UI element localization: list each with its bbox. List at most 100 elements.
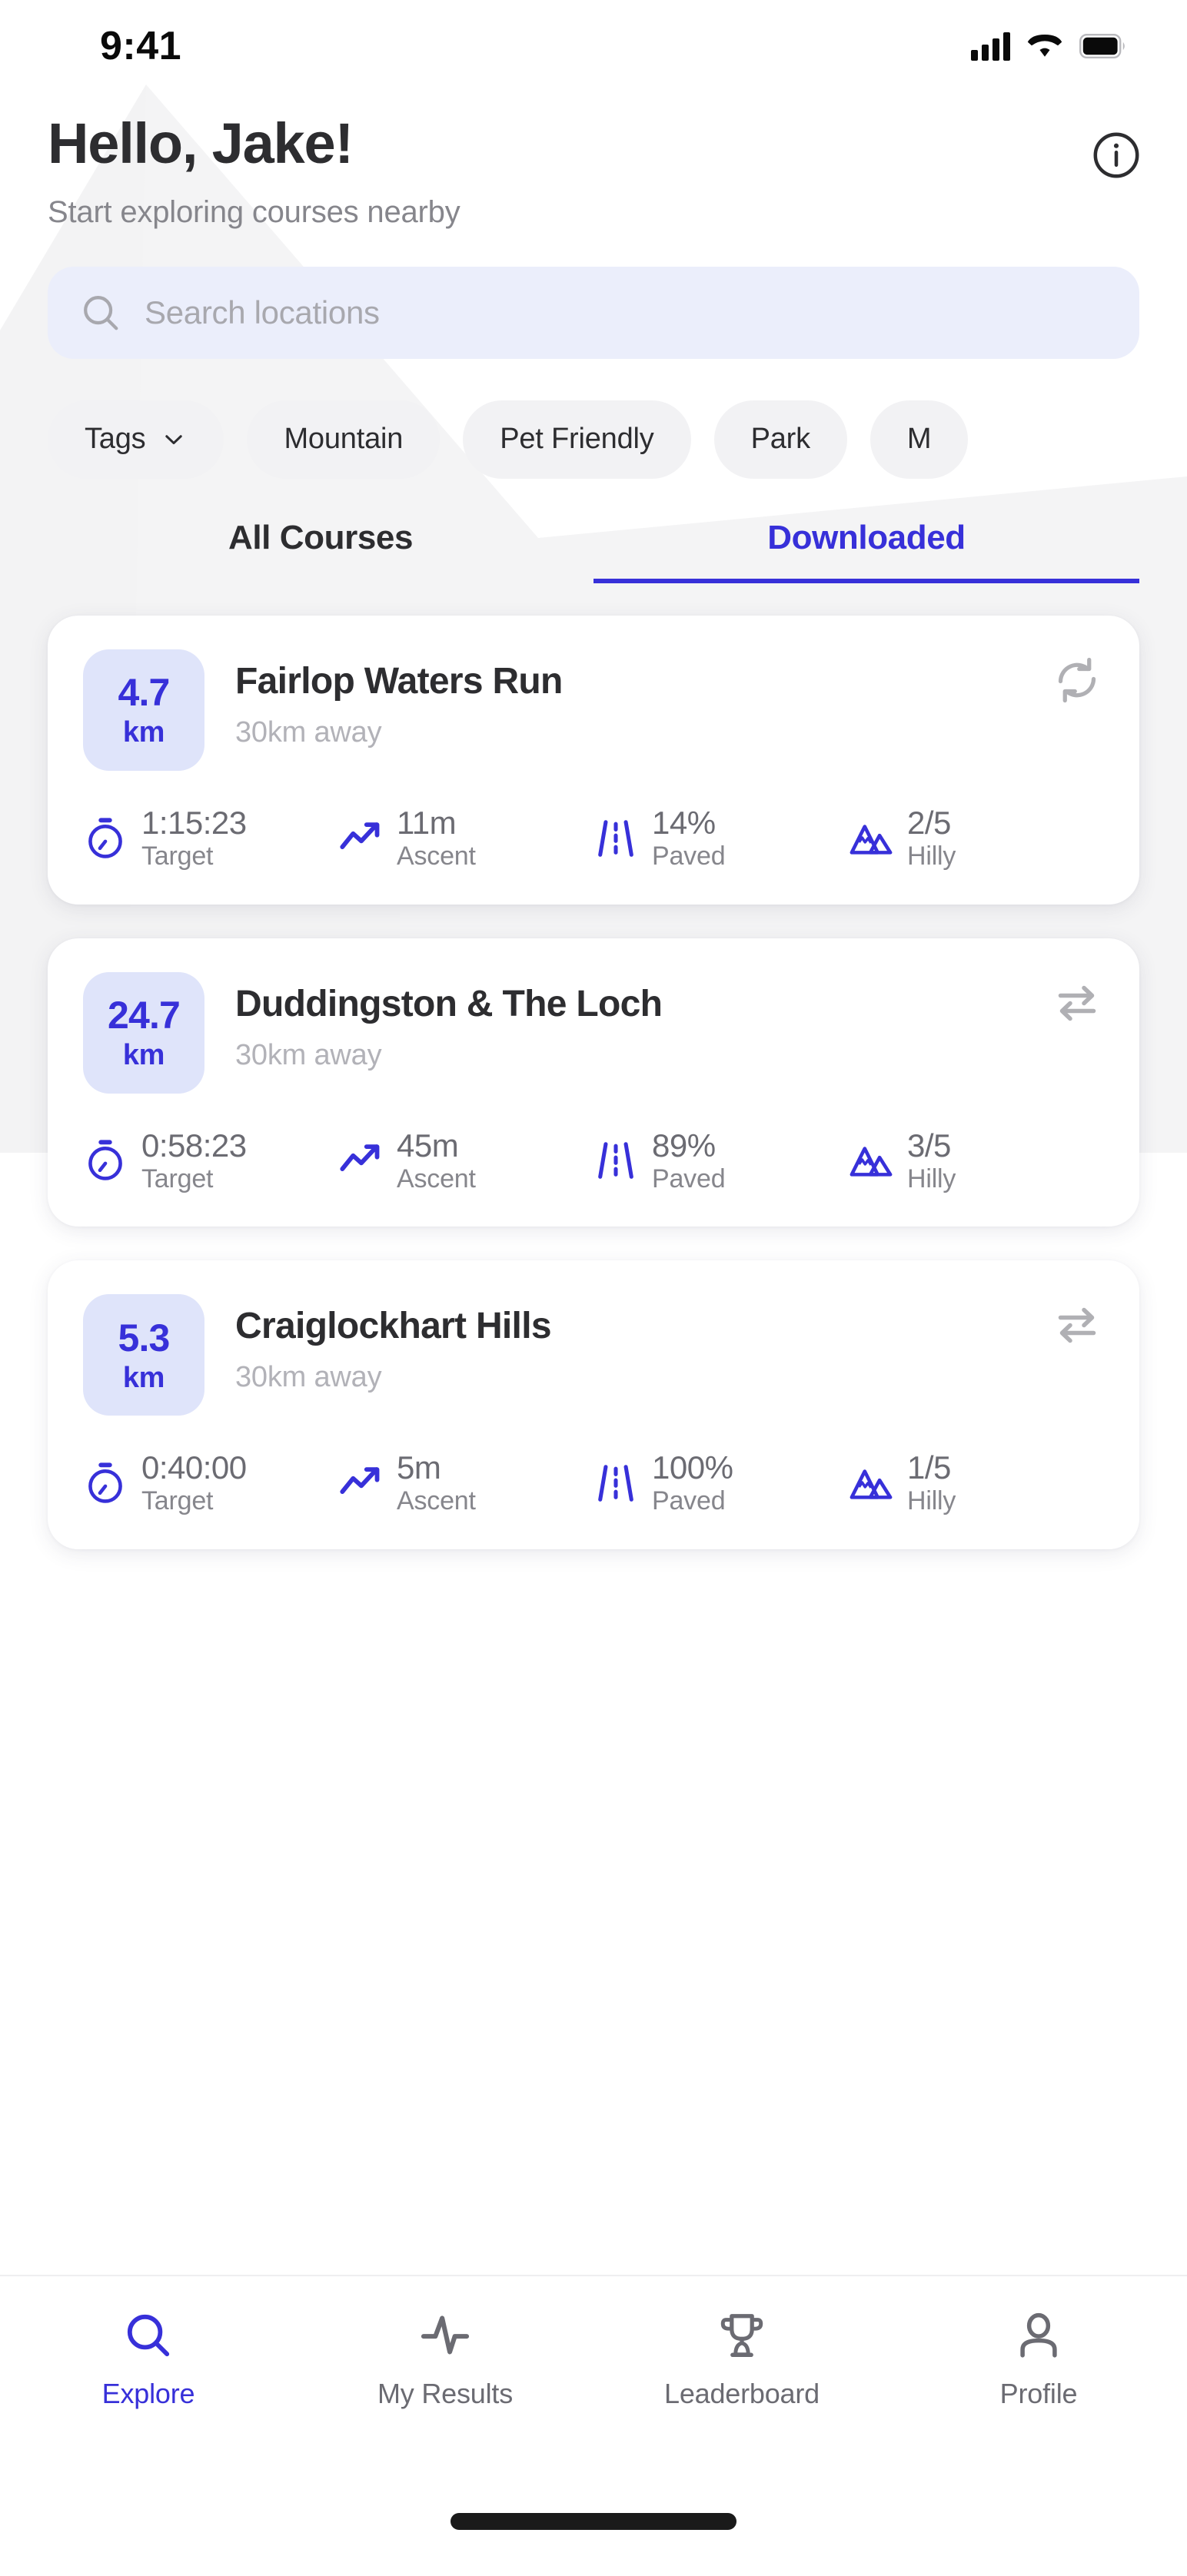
stat-text: 3/5 Hilly [907,1127,956,1195]
nav-item-my-results[interactable]: My Results [297,2310,594,2410]
filter-chips[interactable]: Tags Mountain Pet Friendly Park M [0,400,1187,479]
distance-value: 5.3 [118,1316,170,1359]
course-distance-away: 30km away [235,1361,382,1394]
road-icon [598,1465,633,1502]
distance-badge: 4.7 km [83,649,204,771]
tab-all-courses[interactable]: All Courses [48,519,594,583]
stat-label: Paved [652,1486,726,1516]
distance-unit: km [122,1361,165,1394]
stat-hilly: 2/5 Hilly [849,805,1104,872]
stat-paved: 89% Paved [594,1127,849,1195]
stat-ascent: 11m Ascent [338,805,594,872]
stat-label: Hilly [907,1486,956,1516]
stat-label: Paved [652,1164,726,1193]
distance-unit: km [122,716,165,749]
course-title: Duddingston & The Loch [235,983,663,1024]
stat-label: Target [141,1164,214,1193]
course-card[interactable]: 4.7 km Fairlop Waters Run 30km away 1:15… [48,615,1139,905]
stat-text: 5m Ascent [397,1449,476,1517]
mountains-icon [850,824,893,855]
filter-chip-label: Mountain [284,423,404,456]
search-input[interactable]: Search locations [48,266,1139,359]
stat-text: 14% Paved [652,804,726,872]
stat-label: Ascent [397,841,476,871]
trophy-icon [720,2314,763,2358]
wifi-icon [1027,35,1062,57]
stat-hilly: 1/5 Hilly [849,1449,1104,1517]
distance-value: 24.7 [107,994,181,1037]
course-title-group: Craiglockhart Hills 30km away [235,1294,1019,1394]
stat-hilly: 3/5 Hilly [849,1127,1104,1195]
battery-icon [1079,34,1125,58]
stat-value: 2/5 [907,804,951,841]
search-icon [127,2314,170,2357]
stat-target: 0:58:23 Target [83,1127,338,1195]
course-title-group: Duddingston & The Loch 30km away [235,972,1019,1072]
stat-label: Hilly [907,841,956,871]
stat-value: 5m [397,1449,441,1486]
swap-arrows-icon[interactable] [1050,1294,1104,1348]
nav-item-leaderboard[interactable]: Leaderboard [594,2310,890,2410]
stat-ascent: 5m Ascent [338,1449,594,1517]
page-header: Hello, Jake! Start exploring courses nea… [0,92,1187,230]
stat-value: 89% [652,1127,716,1164]
filter-chip-label: M [906,423,932,456]
search-placeholder: Search locations [145,294,380,330]
stat-value: 0:40:00 [141,1449,247,1486]
stat-text: 0:40:00 Target [141,1449,247,1517]
filter-chip-label: Pet Friendly [500,423,654,456]
course-stats: 0:40:00 Target 5m Ascent 100% Paved 1/5 … [83,1449,1104,1517]
course-distance-away: 30km away [235,1038,382,1071]
trending-up-icon [340,1144,380,1172]
stat-target: 0:40:00 Target [83,1449,338,1517]
course-list: 4.7 km Fairlop Waters Run 30km away 1:15… [0,615,1187,1550]
mountains-icon [850,1469,893,1499]
distance-unit: km [122,1039,165,1072]
swap-arrows-icon[interactable] [1050,972,1104,1026]
course-stats: 0:58:23 Target 45m Ascent 89% Paved 3/5 … [83,1127,1104,1195]
stat-value: 100% [652,1449,733,1486]
filter-chip-tags[interactable]: Tags [48,400,224,479]
signal-bars-icon [971,32,1010,61]
nav-item-explore[interactable]: Explore [0,2310,297,2410]
tab-downloaded[interactable]: Downloaded [594,519,1139,583]
search-section: Search locations [0,266,1187,359]
stat-paved: 14% Paved [594,805,849,872]
page-subtitle: Start exploring courses nearby [48,194,461,229]
distance-badge: 24.7 km [83,971,204,1094]
course-card[interactable]: 24.7 km Duddingston & The Loch 30km away [48,938,1139,1227]
stat-value: 1/5 [907,1449,951,1486]
refresh-sync-icon[interactable] [1050,649,1104,703]
road-icon [598,819,633,857]
stat-ascent: 45m Ascent [338,1127,594,1195]
stat-text: 89% Paved [652,1127,726,1195]
bottom-navigation: Explore My Results Leaderboard Profile [0,2275,1187,2576]
chevron-down-icon [165,434,183,444]
home-indicator[interactable] [451,2513,736,2530]
stat-label: Ascent [397,1164,476,1193]
stat-text: 0:58:23 Target [141,1127,247,1195]
header-text-group: Hello, Jake! Start exploring courses nea… [48,114,461,230]
stat-label: Hilly [907,1164,956,1193]
filter-chip-truncated[interactable]: M [869,400,969,479]
stat-paved: 100% Paved [594,1449,849,1517]
info-circle-icon[interactable] [1092,131,1141,180]
nav-item-profile[interactable]: Profile [890,2310,1187,2410]
distance-badge: 5.3 km [83,1294,204,1416]
mountains-icon [850,1147,893,1177]
filter-chip-mountain[interactable]: Mountain [247,400,441,479]
status-bar: 9:41 [0,0,1187,92]
course-title-group: Fairlop Waters Run 30km away [235,649,1019,749]
filter-chip-park[interactable]: Park [713,400,847,479]
course-card[interactable]: 5.3 km Craiglockhart Hills 30km away 0:4… [48,1260,1139,1550]
stopwatch-icon [88,1462,122,1503]
course-stats: 1:15:23 Target 11m Ascent 14% Paved 2/5 … [83,805,1104,872]
course-tabs[interactable]: All Courses Downloaded [0,519,1187,583]
course-card-header: 24.7 km Duddingston & The Loch 30km away [83,971,1104,1094]
stat-value: 14% [652,804,716,841]
filter-chip-pet-friendly[interactable]: Pet Friendly [463,400,691,479]
stat-value: 3/5 [907,1127,951,1164]
filter-chip-label: Tags [85,423,146,456]
trending-up-icon [340,1467,380,1495]
course-title: Craiglockhart Hills [235,1306,552,1347]
